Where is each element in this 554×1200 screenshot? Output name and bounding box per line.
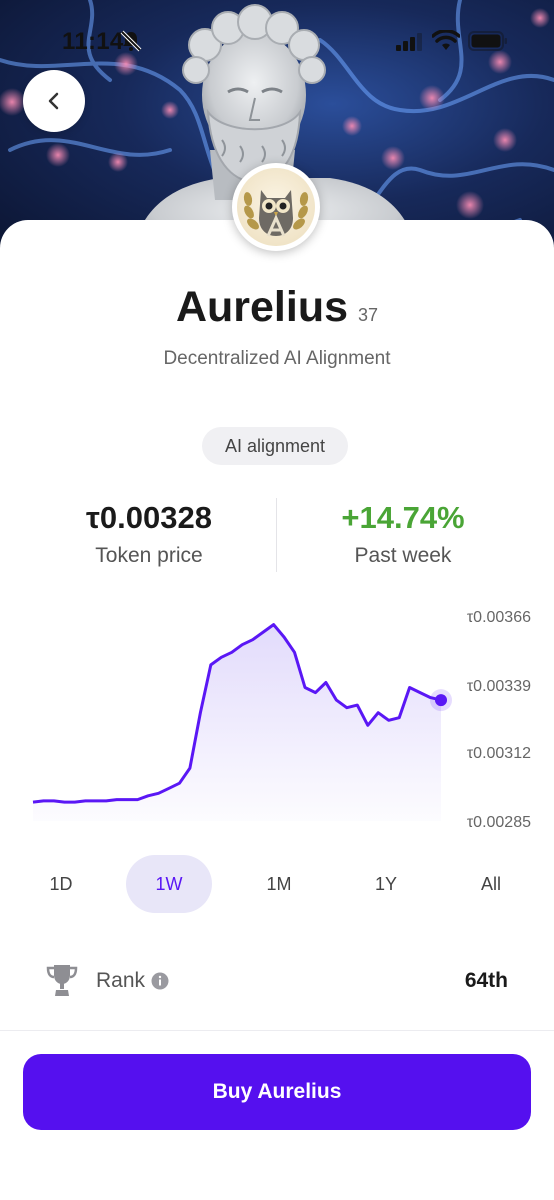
bottom-action-bar: Buy Aurelius [0, 1030, 554, 1200]
owl-logo-icon [243, 190, 309, 237]
price-change-stat: +14.74% Past week [294, 500, 512, 568]
category-tag[interactable]: AI alignment [202, 427, 348, 465]
time-range-selector: 1D 1W 1M 1Y All [0, 855, 554, 913]
price-change-value: +14.74% [341, 500, 465, 535]
subnet-avatar [232, 163, 320, 251]
y-tick-label: τ0.00285 [467, 814, 531, 831]
token-price-stat: τ0.00328 Token price [40, 500, 258, 568]
token-price-value: τ0.00328 [86, 500, 212, 535]
rank-value: 64th [464, 969, 508, 992]
price-chart[interactable]: τ0.00366 τ0.00339 τ0.00312 τ0.00285 [0, 590, 554, 840]
range-1m-button[interactable]: 1M [236, 855, 322, 913]
subnet-number: 37 [358, 305, 379, 325]
buy-button[interactable]: Buy Aurelius [23, 1054, 531, 1130]
token-price-label: Token price [95, 544, 203, 567]
subnet-description: Decentralized AI Alignment [163, 348, 391, 369]
trophy-icon [46, 965, 78, 996]
rank-row: Rank 64th [0, 955, 554, 1009]
range-1d-button[interactable]: 1D [18, 855, 104, 913]
info-icon[interactable] [151, 972, 169, 990]
signal-icon [396, 33, 422, 51]
bell-slash-icon [120, 30, 142, 52]
range-1w-button[interactable]: 1W [126, 855, 212, 913]
stat-divider [276, 498, 277, 572]
status-time: 11:14 [62, 28, 124, 55]
back-button[interactable] [23, 70, 85, 132]
price-change-label: Past week [354, 544, 452, 567]
y-tick-label: τ0.00312 [467, 745, 531, 762]
subnet-name: Aurelius [175, 283, 348, 331]
range-all-button[interactable]: All [448, 855, 534, 913]
y-tick-label: τ0.00339 [467, 678, 531, 695]
range-1y-button[interactable]: 1Y [343, 855, 429, 913]
rank-label: Rank [96, 969, 146, 992]
status-bar: 11:14 [0, 0, 554, 84]
y-tick-label: τ0.00366 [467, 609, 531, 626]
wifi-icon [432, 30, 460, 50]
chevron-left-icon [48, 92, 59, 110]
battery-icon [468, 31, 507, 51]
chart-current-point[interactable] [435, 694, 447, 707]
subnet-title: Aurelius 37 [0, 283, 554, 339]
chart-area [33, 624, 441, 821]
